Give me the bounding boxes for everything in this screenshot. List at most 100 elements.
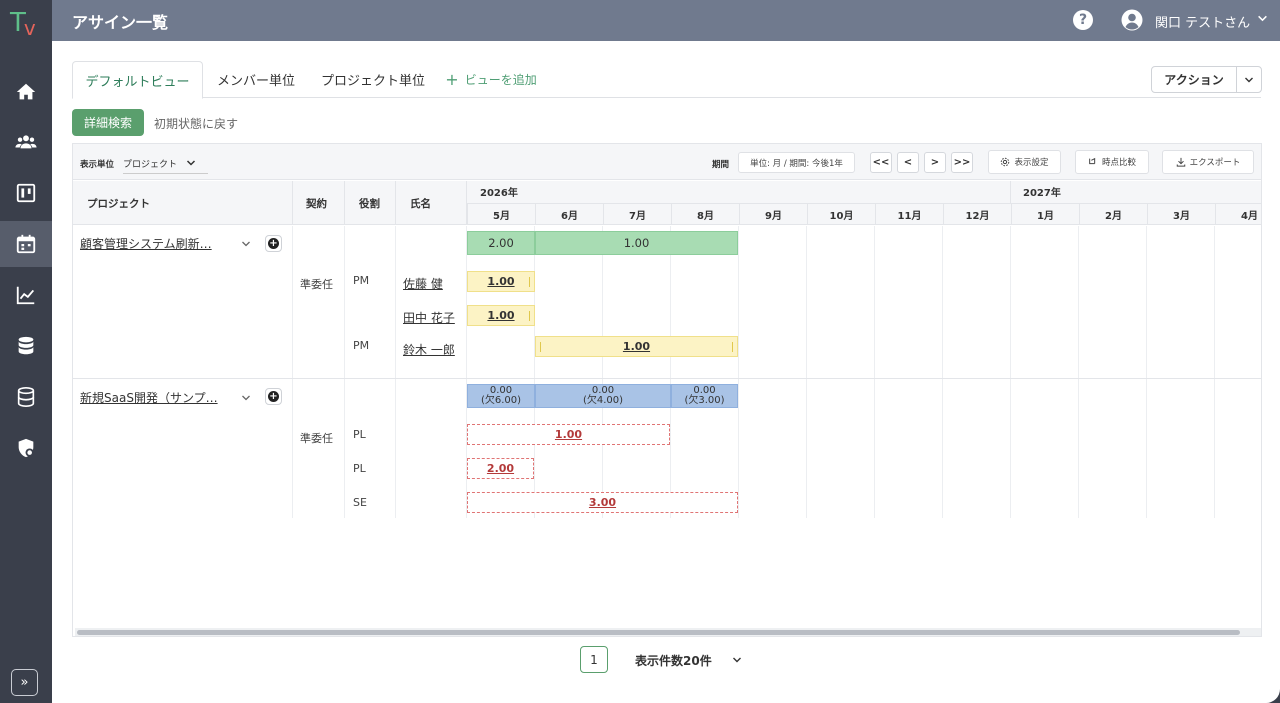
resize-handle[interactable] bbox=[529, 311, 530, 321]
assignment-grid: 表示単位 プロジェクト 期間 単位: 月 / 期間: 今後1年 << < > >… bbox=[72, 143, 1262, 637]
member-link[interactable]: 田中 花子 bbox=[403, 309, 455, 326]
tab-default-view[interactable]: デフォルトビュー bbox=[72, 61, 203, 99]
summary-bar[interactable]: 1.00 bbox=[535, 231, 738, 255]
month-header: 9月 bbox=[739, 203, 807, 225]
assignment-bar[interactable]: 1.00 bbox=[535, 336, 738, 357]
export-button[interactable]: エクスポート bbox=[1162, 150, 1254, 174]
nav-next-button[interactable]: > bbox=[924, 152, 946, 173]
divider bbox=[344, 226, 345, 518]
row-divider bbox=[73, 378, 1261, 379]
download-icon bbox=[1176, 157, 1185, 167]
plus-circle-icon: + bbox=[268, 391, 279, 402]
resize-handle[interactable] bbox=[540, 342, 541, 352]
expand-sidebar-button[interactable]: » bbox=[11, 669, 38, 696]
unassigned-bar[interactable]: 1.00 bbox=[467, 424, 670, 445]
add-member-button[interactable]: + bbox=[265, 235, 282, 252]
app-logo[interactable]: Tv bbox=[10, 8, 42, 40]
home-icon[interactable] bbox=[0, 69, 52, 115]
display-settings-button[interactable]: 表示設定 bbox=[988, 150, 1061, 174]
member-link[interactable]: 鈴木 一郎 bbox=[403, 341, 455, 358]
project-name-link[interactable]: 新規SaaS開発（サンプ… bbox=[80, 389, 218, 406]
plus-icon: + bbox=[445, 70, 459, 89]
contract-type: 準委任 bbox=[300, 278, 333, 291]
per-page-select[interactable]: 表示件数20件 bbox=[635, 652, 712, 669]
divider bbox=[1146, 226, 1147, 518]
add-member-button[interactable]: + bbox=[265, 388, 282, 405]
main-panel: デフォルトビュー メンバー単位 プロジェクト単位 + ビューを追加 アクション 詳… bbox=[52, 41, 1280, 703]
chevron-down-icon[interactable] bbox=[241, 239, 251, 249]
assignment-value: 1.00 bbox=[487, 275, 515, 288]
action-dropdown-toggle[interactable] bbox=[1237, 67, 1261, 92]
member-link[interactable]: 佐藤 健 bbox=[403, 275, 443, 292]
shield-settings-icon[interactable] bbox=[0, 425, 52, 471]
divider bbox=[874, 226, 875, 518]
chevron-down-icon[interactable] bbox=[1257, 13, 1268, 24]
assignment-bar[interactable]: 1.00 bbox=[467, 271, 535, 292]
avatar-icon[interactable] bbox=[1121, 9, 1143, 31]
select-underline bbox=[123, 173, 208, 174]
nav-prev-button[interactable]: < bbox=[897, 152, 919, 173]
add-view-tab[interactable]: + ビューを追加 bbox=[444, 61, 538, 98]
calendar-icon[interactable] bbox=[0, 221, 52, 267]
summary-shortage: (欠6.00) bbox=[480, 395, 522, 406]
divider bbox=[602, 226, 603, 518]
summary-bar[interactable]: 2.00 bbox=[467, 231, 535, 255]
scrollbar-thumb[interactable] bbox=[77, 630, 1240, 635]
add-view-label: ビューを追加 bbox=[464, 73, 537, 87]
display-unit-label: 表示単位 bbox=[80, 160, 115, 170]
month-header: 10月 bbox=[807, 203, 875, 225]
month-header: 7月 bbox=[603, 203, 671, 225]
month-header: 12月 bbox=[943, 203, 1011, 225]
tab-member[interactable]: メンバー単位 bbox=[210, 61, 302, 98]
database-outline-icon[interactable] bbox=[0, 374, 52, 420]
user-name[interactable]: 関口 テストさん bbox=[1155, 12, 1250, 31]
page-1-button[interactable]: 1 bbox=[580, 646, 608, 673]
assignment-value: 1.00 bbox=[622, 340, 651, 353]
project-name-link[interactable]: 顧客管理システム刷新… bbox=[80, 235, 212, 252]
chevron-down-icon[interactable] bbox=[241, 393, 251, 403]
side-nav: Tv » bbox=[0, 0, 52, 703]
period-select[interactable]: 単位: 月 / 期間: 今後1年 bbox=[738, 152, 855, 173]
action-menu: アクション bbox=[1151, 66, 1262, 93]
divider bbox=[806, 226, 807, 518]
nav-first-button[interactable]: << bbox=[870, 152, 892, 173]
month-header: 6月 bbox=[535, 203, 603, 225]
nav-last-button[interactable]: >> bbox=[951, 152, 973, 173]
team-icon[interactable] bbox=[0, 119, 52, 165]
assignment-bar[interactable]: 1.00 bbox=[467, 305, 535, 326]
help-icon[interactable]: ? bbox=[1073, 10, 1093, 30]
horizontal-scrollbar[interactable] bbox=[75, 628, 1261, 636]
page-title: アサイン一覧 bbox=[72, 13, 169, 32]
summary-bar[interactable]: 0.00 (欠4.00) bbox=[535, 384, 671, 408]
gear-icon bbox=[1001, 157, 1010, 167]
top-header: アサイン一覧 ? 関口 テストさん bbox=[52, 0, 1280, 41]
summary-bar[interactable]: 0.00 (欠3.00) bbox=[671, 384, 738, 408]
board-icon[interactable] bbox=[0, 170, 52, 216]
summary-bar[interactable]: 0.00 (欠6.00) bbox=[467, 384, 535, 408]
month-header: 4月 bbox=[1215, 203, 1261, 225]
action-button[interactable]: アクション bbox=[1152, 67, 1237, 92]
month-header: 8月 bbox=[671, 203, 739, 225]
tab-project[interactable]: プロジェクト単位 bbox=[316, 61, 430, 98]
unassigned-bar[interactable]: 2.00 bbox=[467, 458, 534, 479]
resize-handle[interactable] bbox=[732, 342, 733, 352]
database-icon[interactable] bbox=[0, 323, 52, 369]
month-header: 1月 bbox=[1011, 203, 1079, 225]
advanced-search-button[interactable]: 詳細検索 bbox=[72, 109, 144, 136]
resize-handle[interactable] bbox=[529, 277, 530, 287]
divider bbox=[292, 226, 293, 518]
unassigned-bar[interactable]: 3.00 bbox=[467, 492, 738, 513]
display-unit-select[interactable]: プロジェクト bbox=[123, 157, 177, 170]
chevron-down-icon[interactable] bbox=[186, 158, 196, 168]
compare-label: 時点比較 bbox=[1101, 158, 1136, 168]
divider bbox=[942, 226, 943, 518]
month-header: 11月 bbox=[875, 203, 943, 225]
summary-shortage: (欠4.00) bbox=[582, 395, 624, 406]
reset-filters-link[interactable]: 初期状態に戻す bbox=[154, 115, 238, 132]
col-project: プロジェクト bbox=[87, 197, 150, 210]
display-settings-label: 表示設定 bbox=[1014, 158, 1049, 168]
compare-button[interactable]: 時点比較 bbox=[1075, 150, 1149, 174]
chart-icon[interactable] bbox=[0, 272, 52, 318]
chevron-down-icon[interactable] bbox=[732, 655, 742, 665]
plus-circle-icon: + bbox=[268, 238, 279, 249]
